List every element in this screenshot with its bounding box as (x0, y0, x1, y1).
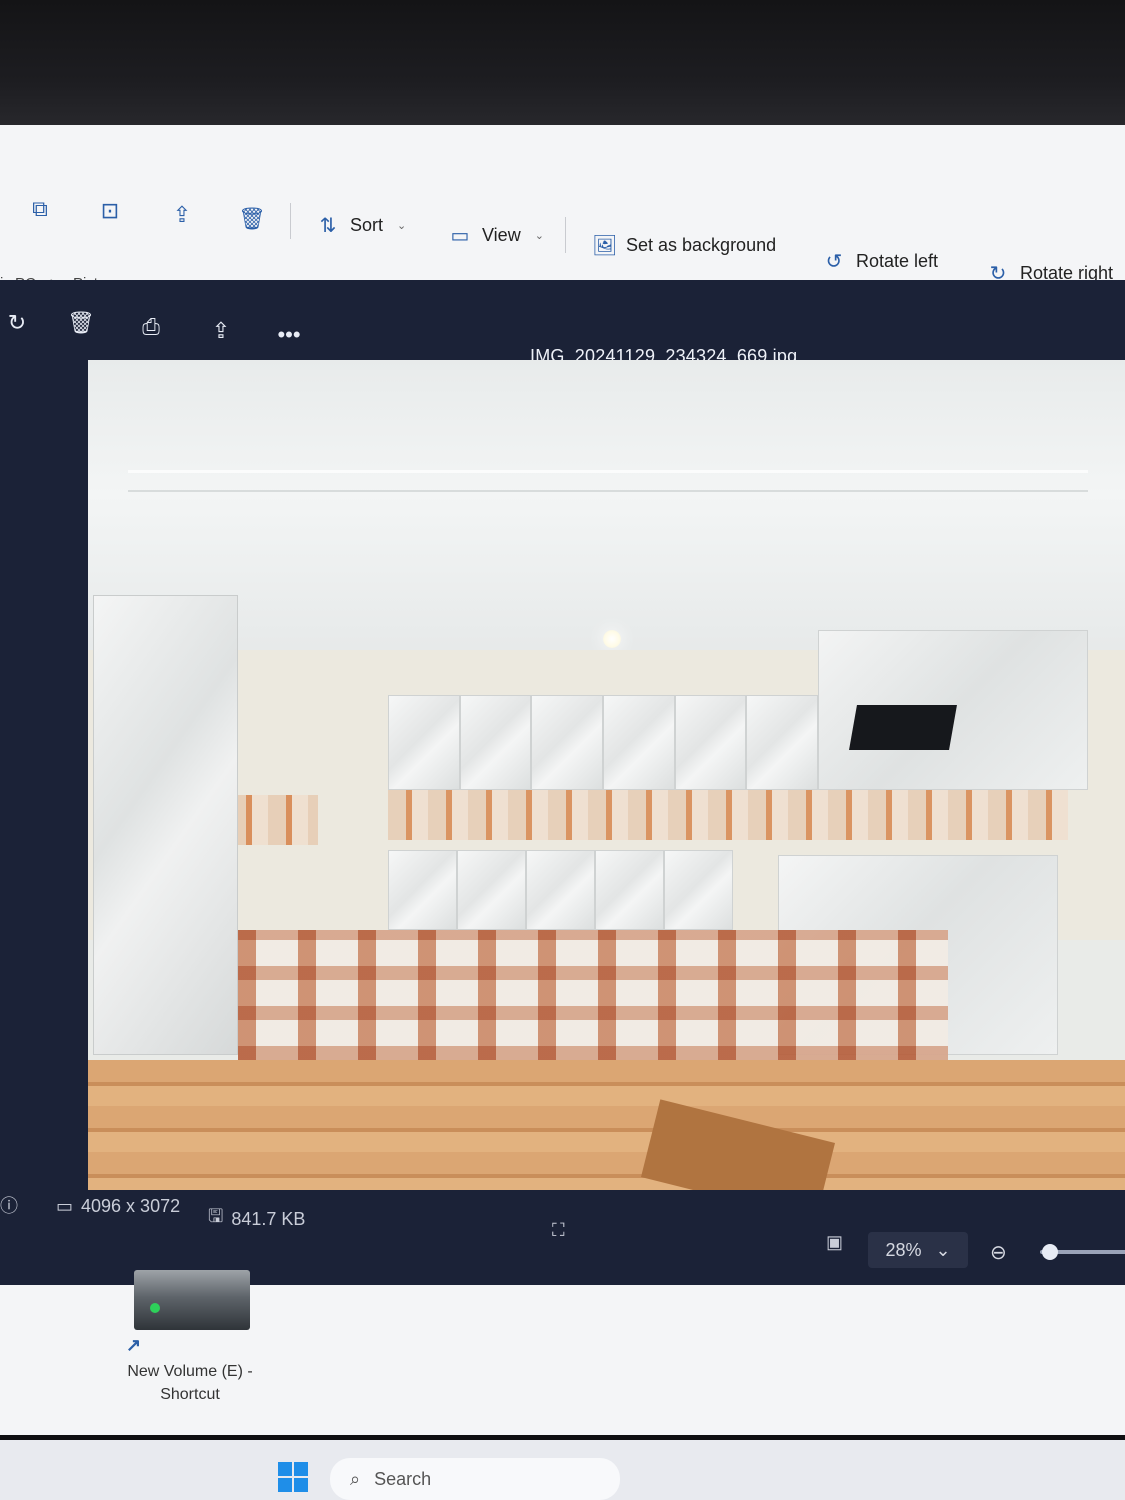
photo-tall-cabinet (93, 595, 238, 1055)
sort-label: Sort (350, 215, 384, 235)
photo-floor-tiles (238, 930, 948, 1060)
shortcut-label-line2: Shortcut (160, 1386, 220, 1403)
ribbon-divider (565, 217, 566, 253)
shortcut-arrow-icon: ↗ (126, 1335, 142, 1355)
drive-icon[interactable] (134, 1270, 250, 1330)
zoom-level-dropdown[interactable]: 28% ⌄ (868, 1232, 968, 1268)
zoom-out-icon[interactable]: ⊖ (990, 1240, 1007, 1265)
shortcut-label[interactable]: New Volume (E) - Shortcut (110, 1360, 270, 1406)
rotate-left-button[interactable]: ↺ Rotate left (822, 249, 938, 274)
ribbon-divider (290, 203, 291, 239)
chevron-down-icon: ⌄ (935, 1239, 951, 1260)
image-dimensions: ▭ 4096 x 3072 (56, 1196, 180, 1217)
search-label: Search (374, 1468, 432, 1489)
share-icon[interactable]: ⇪ (168, 201, 196, 229)
search-icon: ⌕ (350, 1468, 361, 1489)
dimensions-value: 4096 x 3072 (81, 1196, 181, 1216)
photo-range-hood (849, 705, 957, 750)
kitchen-photo (88, 360, 1125, 1190)
photo-backsplash-left (228, 795, 318, 845)
set-as-background-label: Set as background (626, 235, 777, 255)
windows-start-icon[interactable] (278, 1462, 308, 1492)
view-label: View (482, 225, 521, 245)
photo-backsplash (388, 790, 1068, 840)
rotate-left-label: Rotate left (856, 251, 939, 271)
dimensions-icon: ▭ (56, 1196, 74, 1216)
view-icon: ▭ (450, 225, 470, 247)
photo-upper-cabinets (388, 695, 819, 790)
fit-to-window-icon[interactable]: ⛶ (552, 1220, 565, 1241)
rotate-left-icon: ↺ (825, 251, 843, 273)
zoom-value: 28% (885, 1239, 922, 1260)
chevron-down-icon: ⌄ (397, 220, 407, 232)
print-icon[interactable]: ⎙ (134, 310, 168, 344)
photo-lower-cabinets (388, 850, 733, 930)
sort-button[interactable]: ⇅ Sort ⌄ (316, 213, 407, 238)
rename-icon[interactable]: ⊡ (96, 197, 124, 225)
photo-cornice (128, 470, 1088, 492)
wallpaper-icon: 🖼 (592, 235, 618, 257)
delete-icon[interactable]: 🗑 (238, 205, 266, 233)
shortcut-label-line1: New Volume (E) - (127, 1363, 253, 1380)
copy-icon[interactable]: ⧉ (26, 195, 54, 223)
file-size-icon: 🖫 (208, 1206, 224, 1226)
chevron-down-icon: ⌄ (534, 230, 544, 242)
photo-wood-floor (88, 1060, 1125, 1190)
delete-icon[interactable]: 🗑 (64, 306, 98, 340)
image-file-size: 🖫 841.7 KB (208, 1204, 305, 1234)
photo-ceiling (88, 360, 1125, 660)
drive-led (150, 1303, 160, 1313)
info-icon[interactable]: ⓘ (0, 1192, 18, 1218)
view-button[interactable]: ▭ View ⌄ (448, 223, 544, 248)
photo-ceiling-lamp (603, 630, 621, 648)
zoom-slider-handle[interactable] (1042, 1244, 1058, 1260)
actual-size-icon[interactable]: ▣ (826, 1232, 843, 1253)
sort-icon: ⇅ (319, 215, 337, 237)
monitor-bezel (0, 0, 1125, 135)
rotate-icon[interactable]: ↻ (0, 306, 34, 340)
share-icon[interactable]: ⇪ (204, 314, 238, 348)
taskbar-search[interactable]: ⌕ Search (330, 1458, 620, 1500)
more-options-icon[interactable]: ••• (272, 318, 306, 352)
file-size-value: 841.7 KB (231, 1208, 306, 1229)
set-as-background-button[interactable]: 🖼 Set as background (592, 233, 776, 258)
